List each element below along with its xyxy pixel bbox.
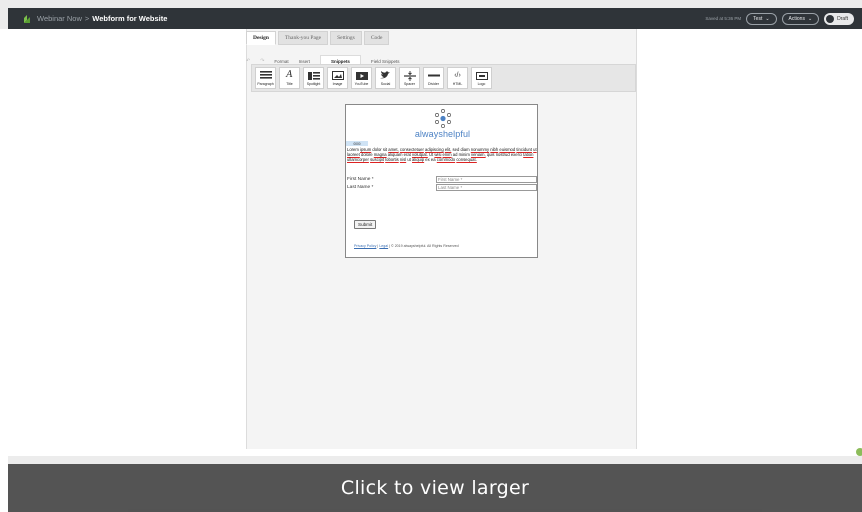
toggle-knob-icon [826,14,835,23]
rich-text-toolbar-value: 0000 [353,141,361,146]
breadcrumb-parent[interactable]: Webinar Now [37,14,82,23]
lorem-word: lobortis [385,157,399,162]
lorem-word: aliquip [412,157,425,162]
webform-preview: alwayshelpful 0000 Lorem ipsum dolor sit… [345,104,538,258]
paragraph-icon [259,70,272,81]
form-footer: Privacy Policy | Legal | © 2019 alwayshe… [354,244,459,248]
test-button[interactable]: Test ⌄ [746,12,777,25]
lorem-word: ut [533,147,537,152]
title-icon: A [286,70,293,80]
bird-icon [380,70,392,81]
divider-snippet-button[interactable]: Divider [423,67,444,89]
chevron-down-icon: ⌄ [807,15,813,22]
title-snippet-button[interactable]: A Title [279,67,300,89]
app-logo-icon[interactable] [23,14,31,24]
test-label: Test [753,15,763,22]
draft-toggle[interactable]: Draft [824,12,854,25]
spacer-icon [403,70,416,81]
last-name-label: Last Name * [347,185,374,190]
spotlight-icon [307,70,320,81]
title-label: Title [286,82,293,86]
draft-label: Draft [837,15,848,22]
saved-status: Saved at 5:36 PM [705,16,742,21]
social-label: Social [380,82,391,86]
subtab-format[interactable]: Format [274,59,288,64]
lorem-word: quis [486,152,495,157]
image-snippet-button[interactable]: Image [327,67,348,89]
lorem-word: suscipit [370,157,385,162]
editor-tabs: Design Thank-you Page Settings Code [246,31,390,45]
divider-icon [427,70,440,81]
tab-code[interactable]: Code [363,31,390,45]
breadcrumb-separator: > [84,14,90,23]
help-bubble-icon[interactable] [856,448,862,456]
html-label: HTML [452,82,463,86]
social-snippet-button[interactable]: Social [375,67,396,89]
html-snippet-button[interactable]: ‹/› HTML [447,67,468,89]
divider-label: Divider [428,82,439,86]
undo-icon[interactable]: ↶ [246,58,250,64]
footer-copyright: | © 2019 alwayshelpful. All Rights Reser… [389,244,459,248]
spotlight-label: Spotlight [306,82,321,86]
header-actions: Saved at 5:36 PM Test ⌄ Actions ⌄ Draft [705,12,854,25]
first-name-row: First Name * First Name * [347,176,537,183]
lorem-word: commodo [436,157,456,162]
brand-name: alwayshelpful [414,129,471,139]
lorem-word: nisl [399,157,407,162]
last-name-field[interactable]: Last Name * [436,184,537,191]
youtube-label: YouTube [354,82,369,86]
page-title: Webform for Website [92,14,168,23]
submit-button[interactable]: Submit [354,220,377,229]
code-icon: ‹/› [454,72,461,79]
rich-text-toolbar[interactable]: 0000 [346,141,368,146]
logo-icon [475,70,488,81]
lorem-word: ex [425,157,430,162]
logo-label: Logo [477,82,486,86]
spotlight-snippet-button[interactable]: Spotlight [303,67,324,89]
lorem-paragraph[interactable]: Lorem ipsum dolor sit amet, consectetuer… [346,147,538,162]
lorem-word: exerci [510,152,522,157]
top-bar: Webinar Now > Webform for Website Saved … [8,8,862,29]
lorem-word: ullamcorper [347,157,369,162]
lorem-word: nostrud [495,152,510,157]
last-name-row: Last Name * Last Name * [347,184,537,191]
youtube-icon [355,70,368,81]
privacy-policy-link[interactable]: Privacy Policy [354,244,376,248]
actions-label: Actions [788,15,805,22]
first-name-label: First Name * [347,177,374,182]
footer-separator: | [377,244,379,248]
first-name-field[interactable]: First Name * [436,176,537,183]
spacer-label: Spacer [403,82,416,86]
chevron-down-icon: ⌄ [765,15,770,22]
actions-button[interactable]: Actions ⌄ [781,12,820,25]
snippet-toolbar: Paragraph A Title Spotlight Image YouTub… [251,64,636,92]
lorem-word: tation [523,152,534,157]
logo-snippet-button[interactable]: Logo [471,67,492,89]
lorem-word: ea [430,157,436,162]
view-larger-label: Click to view larger [340,477,530,499]
tab-design[interactable]: Design [246,31,276,45]
image-icon [331,70,344,81]
subtab-insert[interactable]: Insert [299,59,310,64]
left-strip [0,29,8,512]
paragraph-snippet-button[interactable]: Paragraph [255,67,276,89]
subtab-field-snippets[interactable]: Field Snippets [371,59,400,64]
lorem-word: ut [407,157,411,162]
lorem-word: consequat. [456,157,477,162]
image-label: Image [332,82,343,86]
tab-settings[interactable]: Settings [330,31,362,45]
view-larger-overlay[interactable]: Click to view larger [8,464,862,512]
legal-link[interactable]: Legal [379,244,388,248]
brand-logo-icon [435,109,451,128]
spacer-snippet-button[interactable]: Spacer [399,67,420,89]
youtube-snippet-button[interactable]: YouTube [351,67,372,89]
tab-thank-you-page[interactable]: Thank-you Page [277,31,329,45]
paragraph-label: Paragraph [257,82,274,86]
